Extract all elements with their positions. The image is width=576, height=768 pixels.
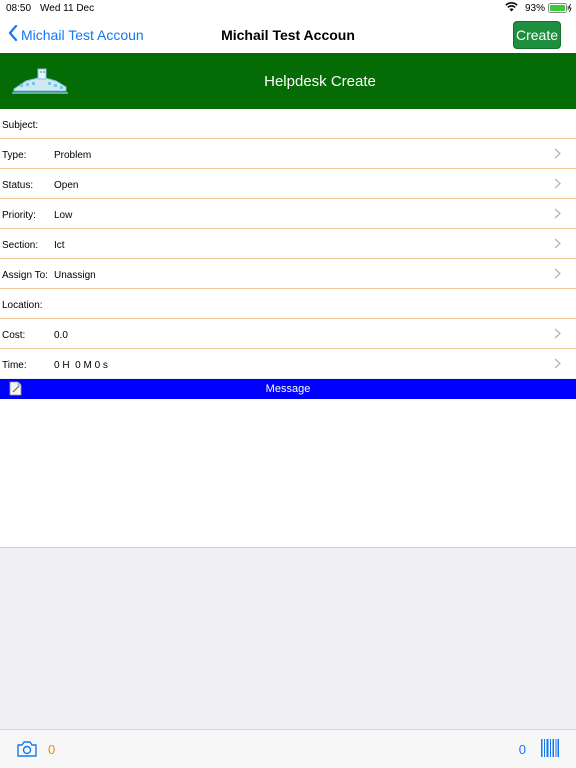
status-date: Wed 11 Dec bbox=[40, 3, 95, 14]
type-label: Type: bbox=[2, 150, 27, 161]
helpdesk-form: Subject: Type: Problem Status: Open Prio… bbox=[0, 109, 576, 378]
time-field[interactable]: Time: 0 H 0 M 0 s bbox=[0, 349, 576, 378]
assign-to-value: Unassign bbox=[54, 270, 96, 281]
status-bar: 08:50 Wed 11 Dec 93% bbox=[0, 0, 576, 16]
building-logo-icon bbox=[12, 67, 68, 100]
assign-to-field[interactable]: Assign To: Unassign bbox=[0, 259, 576, 289]
priority-field[interactable]: Priority: Low bbox=[0, 199, 576, 229]
bottom-toolbar: 0 0 bbox=[0, 729, 576, 768]
chevron-right-icon bbox=[554, 178, 561, 192]
create-button[interactable]: Create bbox=[513, 21, 561, 49]
page-title: Michail Test Accoun bbox=[221, 27, 355, 43]
barcode-count: 0 bbox=[518, 742, 526, 757]
cost-field[interactable]: Cost: 0.0 bbox=[0, 319, 576, 349]
banner-title: Helpdesk Create bbox=[264, 73, 376, 90]
priority-value: Low bbox=[54, 210, 73, 221]
photo-count: 0 bbox=[48, 742, 56, 757]
status-label: Status: bbox=[2, 180, 34, 191]
chevron-right-icon bbox=[554, 238, 561, 252]
subject-label: Subject: bbox=[2, 120, 39, 131]
wifi-icon bbox=[505, 2, 518, 15]
barcode-icon[interactable] bbox=[540, 738, 560, 763]
chevron-right-icon bbox=[554, 358, 561, 372]
status-field[interactable]: Status: Open bbox=[0, 169, 576, 199]
location-field[interactable]: Location: bbox=[0, 289, 576, 319]
chevron-right-icon bbox=[554, 148, 561, 162]
section-field[interactable]: Section: Ict bbox=[0, 229, 576, 259]
time-value: 0 H 0 M 0 s bbox=[54, 360, 108, 371]
status-time: 08:50 bbox=[6, 3, 32, 14]
message-textarea[interactable] bbox=[0, 399, 576, 548]
type-value: Problem bbox=[54, 150, 92, 161]
priority-label: Priority: bbox=[2, 210, 36, 221]
message-label: Message bbox=[265, 383, 311, 395]
location-label: Location: bbox=[2, 300, 43, 311]
navigation-bar: Michail Test Accoun Michail Test Accoun … bbox=[0, 16, 576, 53]
status-value: Open bbox=[54, 180, 79, 191]
time-label: Time: bbox=[2, 360, 27, 371]
section-value: Ict bbox=[54, 240, 65, 251]
message-header: Message bbox=[0, 379, 576, 399]
cost-label: Cost: bbox=[2, 330, 26, 341]
assign-to-label: Assign To: bbox=[2, 270, 48, 281]
chevron-right-icon bbox=[554, 208, 561, 222]
chevron-right-icon bbox=[554, 328, 561, 342]
helpdesk-banner: Helpdesk Create bbox=[0, 53, 576, 109]
battery-percentage: 93% bbox=[524, 3, 545, 14]
chevron-right-icon bbox=[554, 268, 561, 282]
subject-field[interactable]: Subject: bbox=[0, 109, 576, 139]
battery-icon bbox=[548, 3, 572, 13]
type-field[interactable]: Type: Problem bbox=[0, 139, 576, 169]
cost-value: 0.0 bbox=[54, 330, 68, 341]
camera-icon[interactable] bbox=[16, 740, 38, 763]
section-label: Section: bbox=[2, 240, 39, 251]
